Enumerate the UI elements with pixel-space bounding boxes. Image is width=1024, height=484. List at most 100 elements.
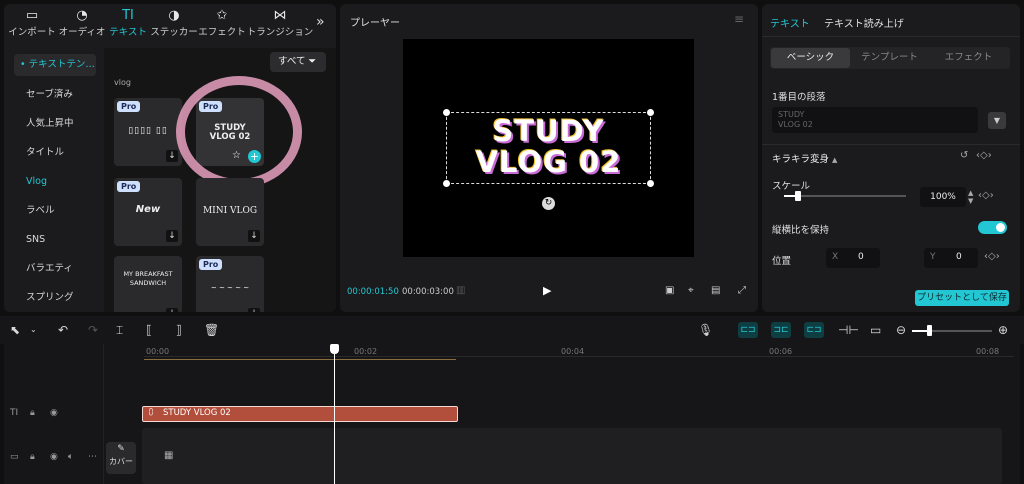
download-icon[interactable]: ↓ — [166, 150, 178, 162]
template-preview: ~ ~ ~ ~ ~ — [210, 284, 250, 292]
position-x-input[interactable]: X 0 — [826, 248, 880, 268]
tab-text[interactable]: TI テキスト — [102, 8, 154, 38]
more-icon[interactable]: ⋯ — [88, 452, 97, 462]
zoom-out-icon[interactable]: ⊖ — [896, 321, 906, 339]
magnet-icon[interactable]: ⊏⊐ — [738, 322, 758, 338]
category-item[interactable]: セーブ済み — [14, 84, 96, 106]
caption-icon[interactable]: ▭ — [870, 321, 881, 339]
reset-icon[interactable]: ↺ — [960, 150, 968, 161]
tab-text-props[interactable]: テキスト — [770, 15, 810, 30]
download-icon[interactable]: ↓ — [166, 230, 178, 242]
download-icon[interactable]: ↓ — [248, 308, 260, 312]
more-tabs-icon[interactable]: » — [316, 14, 325, 30]
filter-button[interactable]: すべて ⏷ — [270, 52, 326, 72]
chevron-down-icon[interactable]: ⌄ — [30, 321, 37, 339]
redo-icon[interactable]: ↷ — [88, 321, 98, 339]
category-item[interactable]: タイトル — [14, 142, 96, 164]
zoom-in-icon[interactable]: ⊕ — [998, 321, 1008, 339]
scale-slider-track[interactable] — [784, 195, 906, 197]
preview-axis-icon[interactable]: ⊏⊐ — [804, 322, 824, 338]
properties-panel: テキスト テキスト読み上げ ベーシック テンプレート エフェクト 1番目の段落 … — [762, 4, 1020, 312]
link-icon[interactable]: ⊐⊏ — [771, 322, 791, 338]
scale-input[interactable]: 100% — [920, 187, 966, 207]
text-clip[interactable]: ⩇ STUDY VLOG 02 — [142, 406, 458, 422]
total-time: 00:00:03:00 — [402, 287, 454, 297]
tab-audio[interactable]: ◔ オーディオ — [56, 8, 108, 38]
scale-label: スケール — [772, 181, 811, 192]
position-y-input[interactable]: Y 0 — [924, 248, 978, 268]
split-left-icon[interactable]: ⟦ — [146, 321, 152, 339]
template-card[interactable]: MINI VLOG ↓ — [196, 178, 264, 246]
time-tick: 00:06 — [769, 347, 793, 356]
category-item[interactable]: ラベル — [14, 200, 96, 222]
tab-effect[interactable]: ✩ エフェクト — [196, 8, 248, 38]
play-icon[interactable]: ▶ — [543, 284, 551, 297]
resize-handle[interactable] — [443, 180, 450, 187]
x-value: 0 — [858, 252, 864, 262]
eye-icon[interactable]: ◉ — [50, 408, 58, 418]
waveform-icon[interactable]: ▥ — [456, 285, 465, 296]
download-icon[interactable]: ↓ — [166, 308, 178, 312]
collapse-icon[interactable]: ▲ — [832, 156, 837, 164]
assets-panel: ▭ インポート ◔ オーディオ TI テキスト ◑ ステッカー ✩ エフェクト ⋈ トランジ… — [4, 4, 336, 312]
microphone-icon[interactable]: 🎙 — [698, 321, 713, 339]
text-icon: TI — [122, 8, 134, 23]
paragraph-textarea[interactable]: STUDY VLOG 02 — [772, 107, 978, 133]
select-cursor-icon[interactable]: ⬉ — [10, 321, 20, 339]
keyframe-nav-icon[interactable]: ‹◇› — [984, 251, 1000, 262]
split-icon[interactable]: ⌶ — [116, 321, 123, 339]
seg-template[interactable]: テンプレート — [850, 48, 929, 68]
resize-handle[interactable] — [647, 180, 654, 187]
category-item[interactable]: • テキストテン… — [14, 54, 96, 76]
resize-handle[interactable] — [647, 109, 654, 116]
template-card[interactable]: Pro ~ ~ ~ ~ ~ ↓ — [196, 256, 264, 312]
fullscreen-icon[interactable]: ⤢ — [738, 285, 746, 296]
menu-icon[interactable]: ≡ — [734, 12, 744, 26]
rotate-icon[interactable]: ↻ — [542, 197, 555, 210]
seg-basic[interactable]: ベーシック — [771, 48, 850, 68]
undo-icon[interactable]: ↶ — [58, 321, 68, 339]
template-card[interactable]: Pro ▯▯▯▯ ▯▯ ↓ — [114, 98, 182, 166]
lock-icon[interactable]: 🔒︎ — [30, 408, 35, 418]
zoom-fit-icon[interactable]: ⌖ — [688, 285, 694, 296]
category-item[interactable]: バラエティ — [14, 258, 96, 280]
eye-icon[interactable]: ◉ — [50, 452, 58, 462]
resize-handle[interactable] — [443, 109, 450, 116]
download-icon[interactable]: ↓ — [248, 230, 260, 242]
quality-icon[interactable]: ▤ — [711, 285, 720, 296]
split-right-icon[interactable]: ⟧ — [176, 321, 182, 339]
template-card[interactable]: Pro New ↓ — [114, 178, 182, 246]
dropdown-icon[interactable]: ▼ — [988, 112, 1006, 129]
playhead-line[interactable] — [334, 344, 335, 484]
tab-sticker[interactable]: ◑ ステッカー — [148, 8, 200, 38]
delete-icon[interactable]: 🗑 — [204, 321, 219, 339]
keyframe-nav-icon[interactable]: ‹◇› — [976, 150, 992, 161]
category-item[interactable]: Vlog — [14, 171, 96, 193]
tab-import[interactable]: ▭ インポート — [6, 8, 58, 38]
preview-canvas[interactable]: STUDY VLOG 02 ↻ — [403, 39, 694, 257]
tab-transition[interactable]: ⋈ トランジション — [244, 8, 316, 38]
ruler-line — [144, 356, 1014, 357]
zoom-slider-thumb[interactable] — [927, 325, 932, 336]
aspect-toggle[interactable] — [978, 221, 1007, 234]
volume-icon[interactable]: 🔈︎ — [68, 452, 73, 462]
save-preset-button[interactable]: プリセットとして保存 — [915, 290, 1009, 306]
lock-icon[interactable]: 🔒︎ — [30, 452, 35, 462]
stepper-icon[interactable]: ▲ ▼ — [968, 189, 973, 205]
category-item[interactable]: 人気上昇中 — [14, 113, 96, 135]
scale-slider-thumb[interactable] — [795, 191, 801, 201]
divider — [762, 36, 1020, 37]
keyframe-nav-icon[interactable]: ‹◇› — [978, 190, 994, 201]
template-card[interactable]: MY BREAKFAST SANDWICH ↓ — [114, 256, 182, 312]
align-icon[interactable]: ⊣⊢ — [838, 321, 859, 339]
category-item[interactable]: スプリング — [14, 287, 96, 309]
template-preview: MY BREAKFAST SANDWICH — [123, 270, 173, 287]
playhead-handle[interactable] — [330, 344, 339, 354]
main-track-area[interactable]: ▦ — [142, 428, 1002, 484]
tab-text-to-speech[interactable]: テキスト読み上げ — [824, 15, 904, 30]
cover-button[interactable]: ✎ カバー — [106, 442, 136, 474]
category-item[interactable]: SNS — [14, 229, 96, 251]
divider — [762, 144, 1020, 145]
ratio-icon[interactable]: ▣ — [665, 285, 674, 296]
seg-effect[interactable]: エフェクト — [929, 48, 1008, 68]
